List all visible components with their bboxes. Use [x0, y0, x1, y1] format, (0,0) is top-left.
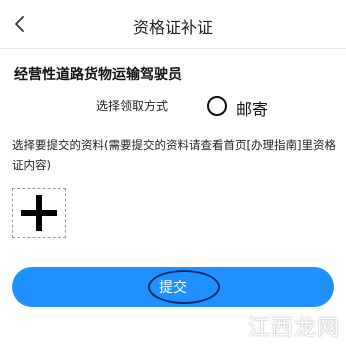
section-title: 经营性道路货物运输驾驶员 — [14, 67, 182, 83]
screen: 资格证补证 经营性道路货物运输驾驶员 选择领取方式 邮寄 选择要提交的资料(需要… — [0, 0, 346, 346]
page-title: 资格证补证 — [132, 18, 213, 37]
pickup-method-label: 选择领取方式 — [96, 99, 169, 113]
top-bar: 资格证补证 — [0, 0, 346, 49]
mail-radio-button[interactable] — [207, 96, 227, 116]
plus-icon — [21, 195, 57, 231]
submit-button[interactable]: 提交 — [12, 267, 334, 307]
watermark: 江西龙网 — [247, 316, 340, 341]
add-attachment-button[interactable] — [12, 188, 66, 238]
submit-label: 提交 — [159, 280, 187, 296]
upload-instructions: 选择要提交的资料(需要提交的资料请查看首页[办理指南]里资格证内容) — [12, 138, 336, 172]
mail-option-label[interactable]: 邮寄 — [236, 96, 268, 120]
